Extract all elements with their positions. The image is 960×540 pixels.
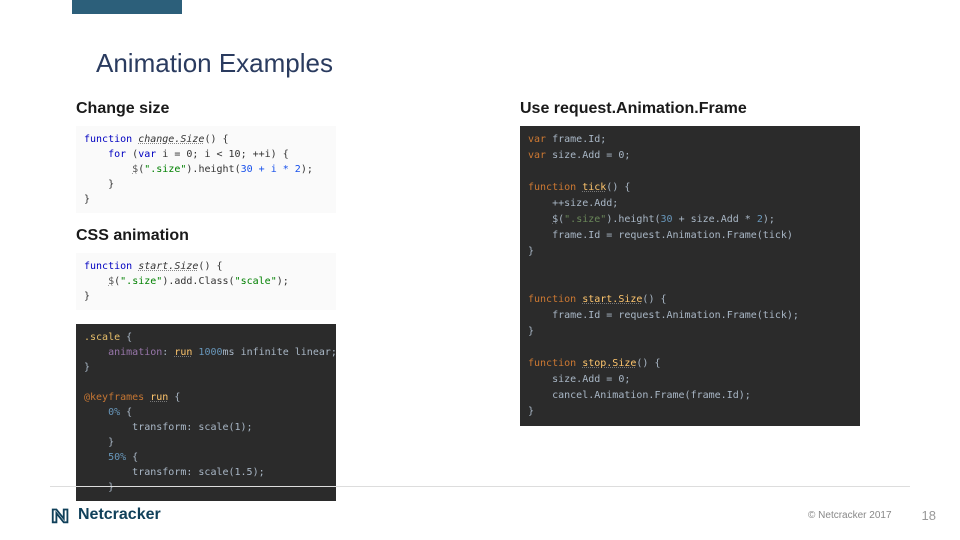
accent-bar: [72, 0, 182, 14]
brand-logo: Netcracker: [50, 504, 161, 526]
code-change-size: function change.Size() { for (var i = 0;…: [76, 126, 336, 213]
left-column: Change size function change.Size() { for…: [76, 100, 336, 515]
footer: Netcracker © Netcracker 2017 18: [50, 500, 936, 530]
code-raf: var frame.Id; var size.Add = 0; function…: [520, 126, 860, 426]
slide-title: Animation Examples: [96, 48, 333, 79]
code-css-start: function start.Size() { $(".size").add.C…: [76, 253, 336, 310]
logo-icon: [50, 504, 72, 526]
heading-raf: Use request.Animation.Frame: [520, 100, 860, 118]
brand-name: Netcracker: [78, 506, 161, 524]
heading-change-size: Change size: [76, 100, 336, 118]
footer-divider: [50, 486, 910, 487]
copyright: © Netcracker 2017: [808, 510, 892, 521]
code-css-rule: .scale { animation: run 1000ms infinite …: [76, 324, 336, 501]
heading-css-animation: CSS animation: [76, 227, 336, 245]
right-column: Use request.Animation.Frame var frame.Id…: [520, 100, 860, 440]
page-number: 18: [922, 508, 936, 523]
